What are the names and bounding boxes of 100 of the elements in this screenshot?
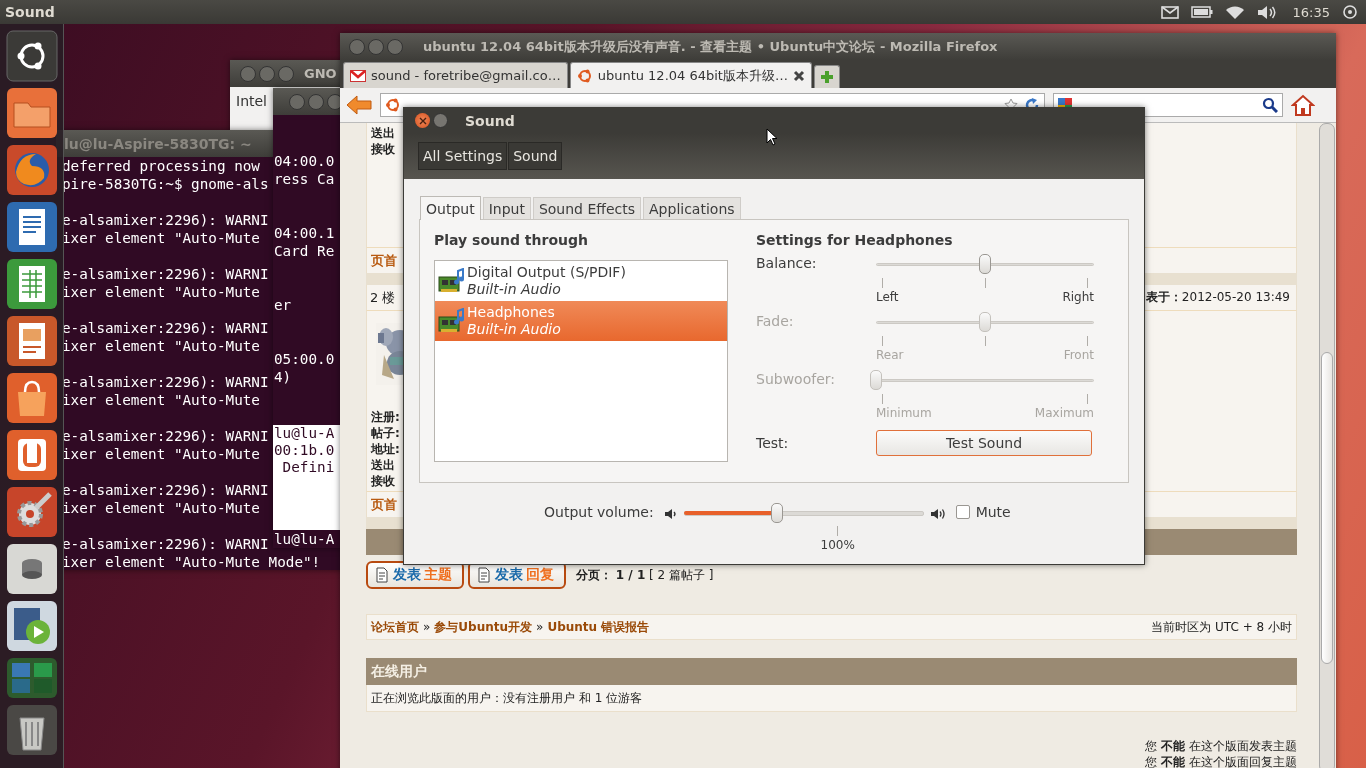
video-player-icon[interactable] [5,600,58,652]
breadcrumb-link[interactable]: 论坛首页 [371,618,419,636]
breadcrumb-separator: » [536,620,544,634]
test-sound-button[interactable]: Test Sound [876,430,1092,456]
slider-min-label: Left [876,290,899,304]
terminal-line: ress Ca [274,170,335,188]
profile-label: 地址: [371,441,400,457]
terminal-line: lu@lu-A [274,530,335,548]
volume-label: Output volume: [544,503,654,522]
ubuntu-logo-icon [385,97,401,113]
search-icon[interactable] [1262,97,1278,113]
tab[interactable]: Output [420,196,481,220]
window-title: Sound [465,112,515,129]
profile-label: 接收 [371,473,395,489]
wifi-icon[interactable] [1224,4,1245,20]
volume-icon[interactable] [1256,4,1277,20]
terminal-line: e-alsamixer:2296): WARNI [62,481,269,499]
terminal-line: ixer element "Auto-Mute Mode"! [62,553,321,570]
device-detail: Built-in Audio [467,281,562,298]
presentation-icon[interactable] [5,315,58,367]
terminal-line: lu@lu-A [274,425,335,442]
terminal-line: 04:00.0 [274,152,335,170]
tab[interactable]: Input [482,197,531,219]
dash-icon[interactable] [5,30,58,82]
post-button[interactable]: 发表 主题 [366,561,464,589]
terminal-line: e-alsamixer:2296): WARNI [62,265,269,283]
folder-icon[interactable] [5,87,58,139]
breadcrumb-button[interactable]: All Settings [418,142,508,170]
slider-thumb[interactable] [771,503,784,523]
mute-checkbox[interactable] [955,505,970,519]
close-icon [418,116,427,125]
slider-label: Subwoofer: [756,370,836,389]
post-date: 表于：2012-05-20 13:49 [1145,289,1290,306]
scrollbar[interactable] [1319,123,1335,768]
section-title: 在线用户 [371,662,427,681]
settings-icon[interactable] [5,486,58,538]
close-button[interactable] [415,113,430,128]
profile-label: 接收 [371,141,395,157]
back-to-top-link[interactable]: 页首 [371,495,397,514]
home-icon[interactable] [1291,94,1315,116]
tab[interactable]: Sound Effects [532,197,642,219]
slider-min-label: Rear [876,348,904,362]
breadcrumb-button[interactable]: Sound [508,142,563,170]
device-item[interactable]: Digital Output (S/PDIF) Built-in Audio [435,261,727,301]
device-name: Headphones [467,304,556,321]
power-icon[interactable] [1342,4,1358,20]
terminal-line: ixer element "Auto-Mute [62,445,260,463]
window-title: GNO [304,66,337,81]
battery-icon[interactable] [1190,6,1213,18]
plus-icon [819,70,834,84]
back-to-top-link[interactable]: 页首 [371,251,397,270]
profile-label: 送出 [371,125,395,141]
close-icon[interactable] [792,69,805,82]
terminal-line: Defini [281,459,335,476]
timezone-text: 当前时区为 UTC + 8 小时 [1151,618,1292,636]
window-text: Intel [236,93,267,109]
new-tab-button[interactable] [813,65,840,88]
online-users-text: 正在浏览此版面的用户：没有注册用户 和 1 位游客 [371,689,643,707]
terminal-line: pire-5830TG:~$ gnome-als [62,175,269,193]
clock[interactable]: 16:35 [1292,4,1330,20]
slider-thumb[interactable] [979,254,991,274]
terminal-line: ixer element "Auto-Mute [62,283,260,301]
mail-icon[interactable] [1160,5,1179,19]
minimize-button[interactable] [433,113,448,128]
browser-tab[interactable]: ubuntu 12.04 64bit版本升级… [569,62,812,88]
breadcrumb-separator: » [423,620,431,634]
slider-track[interactable] [876,263,1094,266]
terminal-line: e-alsamixer:2296): WARNI [62,319,269,337]
workspaces-icon[interactable] [5,657,58,699]
test-label: Test: [756,434,790,453]
shopping-bag-icon[interactable] [5,372,58,424]
trash-icon[interactable] [5,704,58,756]
profile-label: 注册: [371,409,400,425]
terminal-line: e-alsamixer:2296): WARNI [62,373,269,391]
scrollbar-thumb[interactable] [1321,352,1333,664]
volume-slider[interactable] [683,501,924,525]
cloud-app-icon[interactable] [5,429,58,481]
terminal-line: 00:1b.0 [274,442,335,459]
permission-text: 您 不能 在这个版面回复主题 [1145,754,1297,768]
post-number: 2 楼 [370,288,396,307]
breadcrumb-link[interactable]: Ubuntu 错误报告 [547,618,650,636]
mute-label[interactable]: Mute [975,501,1011,523]
breadcrumb-link[interactable]: 参与Ubuntu开发 [434,618,533,636]
document-icon[interactable] [5,201,58,253]
terminal-line: ixer element "Auto-Mute [62,229,260,247]
terminal-line: ixer element "Auto-Mute [62,499,260,517]
terminal-line: e-alsamixer:2296): WARNI [62,535,269,553]
slider-label: Fade: [756,312,795,331]
browser-icon[interactable] [5,144,58,196]
slider-max-label: Front [1063,348,1094,362]
tab[interactable]: Applications [643,197,741,219]
slider-min-label: Minimum [876,406,932,420]
browser-tab[interactable]: sound - foretribe@gmail.co… [343,62,568,88]
terminal-line: ixer element "Auto-Mute [62,337,260,355]
device-name: Digital Output (S/PDIF) [467,264,626,281]
slider-max-label: Maximum [1034,406,1094,420]
terminal-line: 05:00.0 [274,350,335,368]
terminal-line: ixer element "Auto-Mute [62,391,260,409]
profile-label: 送出 [371,457,395,473]
spreadsheet-icon[interactable] [5,258,58,310]
